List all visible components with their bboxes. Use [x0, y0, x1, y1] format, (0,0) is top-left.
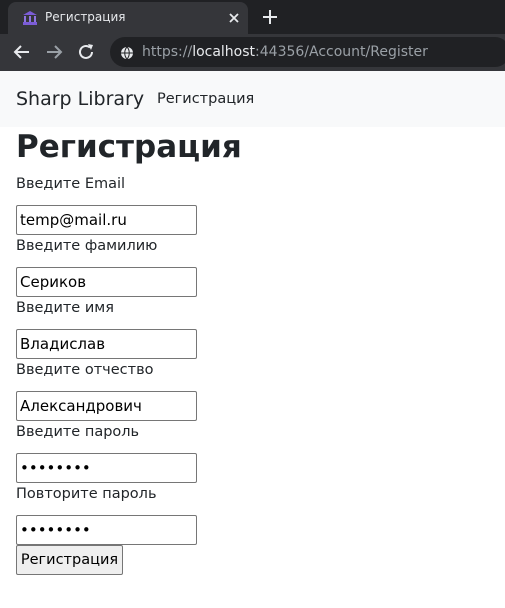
close-icon[interactable]: [225, 9, 243, 27]
password-label: Введите пароль: [16, 424, 140, 440]
surname-label: Введите фамилию: [16, 238, 158, 254]
plus-icon[interactable]: [259, 6, 281, 28]
url-scheme: https://: [142, 44, 193, 60]
surname-field[interactable]: [16, 267, 197, 297]
name-field[interactable]: [16, 329, 197, 359]
tab-title: Регистрация: [45, 10, 126, 24]
page-title: Регистрация: [16, 129, 242, 165]
browser-toolbar: https://localhost:44356/Account/Register: [0, 34, 505, 71]
address-bar[interactable]: https://localhost:44356/Account/Register: [110, 37, 505, 67]
library-building-icon: [22, 10, 38, 26]
brand-link[interactable]: Sharp Library: [16, 88, 144, 110]
password-field[interactable]: [16, 453, 197, 483]
browser-tab[interactable]: Регистрация: [8, 2, 248, 34]
name-label: Введите имя: [16, 300, 114, 316]
reload-icon[interactable]: [75, 41, 97, 63]
url-text: https://localhost:44356/Account/Register: [142, 44, 428, 60]
confirm-password-field[interactable]: [16, 515, 197, 545]
confirm-password-label: Повторите пароль: [16, 486, 157, 502]
email-label: Введите Email: [16, 176, 126, 192]
email-field[interactable]: [16, 205, 197, 235]
patronymic-label: Введите отчество: [16, 362, 154, 378]
browser-tab-strip: Регистрация: [0, 0, 505, 34]
nav-link-register[interactable]: Регистрация: [157, 91, 254, 107]
arrow-left-icon[interactable]: [11, 41, 33, 63]
url-path: :44356/Account/Register: [255, 44, 428, 60]
register-button[interactable]: Регистрация: [16, 545, 123, 575]
patronymic-field[interactable]: [16, 391, 197, 421]
url-host: localhost: [192, 44, 256, 60]
arrow-right-icon[interactable]: [43, 41, 65, 63]
globe-icon[interactable]: [120, 45, 134, 60]
site-navbar: Sharp Library Регистрация: [0, 71, 505, 127]
